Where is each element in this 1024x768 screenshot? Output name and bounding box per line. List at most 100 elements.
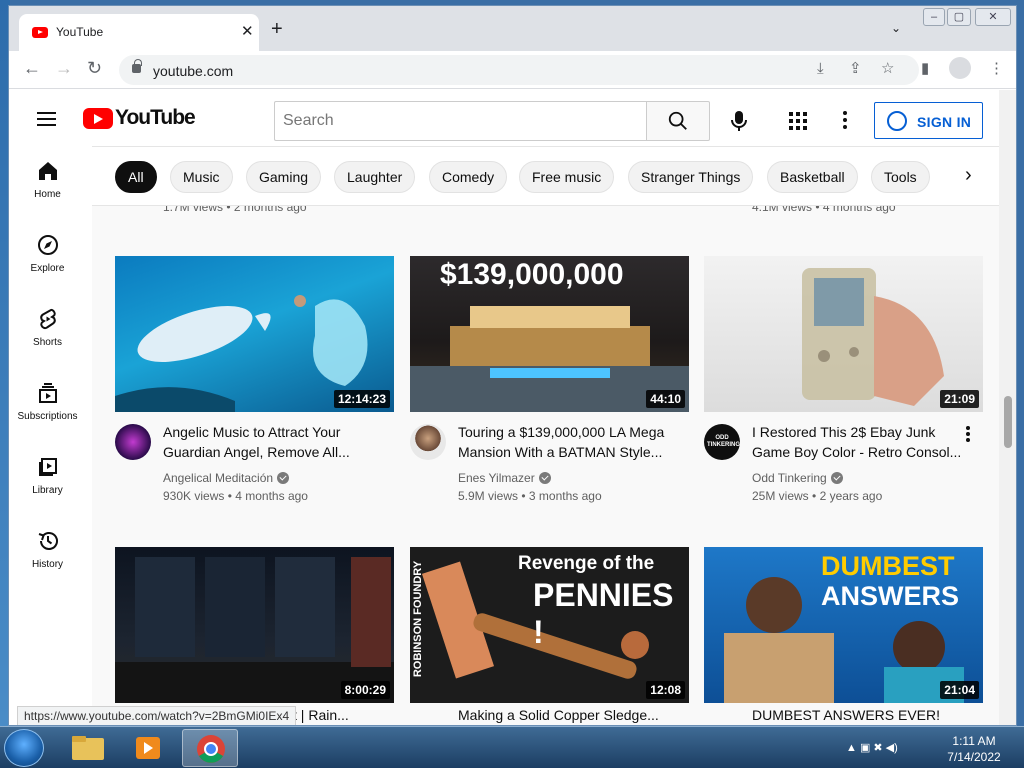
video-thumbnail[interactable]: 8:00:29 (115, 547, 394, 703)
settings-more-icon[interactable] (843, 111, 847, 129)
bookmark-star-icon[interactable]: ☆ (881, 61, 894, 76)
chrome-menu-icon[interactable]: ⋮ (989, 61, 1004, 76)
chip-comedy[interactable]: Comedy (429, 161, 508, 193)
youtube-header: YouTube SIGN IN (9, 90, 999, 146)
video-thumbnail[interactable]: ROBINSON FOUNDRY Revenge of the PENNIES … (410, 547, 689, 703)
start-button[interactable] (4, 729, 44, 767)
scrollbar-thumb[interactable] (1004, 396, 1012, 448)
minimize-button[interactable]: – (923, 8, 945, 26)
close-window-button[interactable]: ✕ (975, 8, 1011, 26)
video-thumbnail[interactable]: $139,000,000 44:10 (410, 256, 689, 412)
video-duration: 12:08 (646, 681, 685, 699)
thumbnail-overlay-text: Revenge of the (518, 553, 655, 574)
sidebar-item-explore[interactable]: Explore (9, 220, 86, 290)
menu-icon[interactable] (37, 112, 56, 126)
sidebar-item-history[interactable]: History (9, 516, 86, 586)
upload-age: 2 years ago (819, 489, 883, 503)
system-tray-icons[interactable]: ▲ ▣ ✖ ◀) (846, 741, 898, 754)
video-duration: 44:10 (646, 390, 685, 408)
search-input[interactable] (274, 101, 647, 141)
chrome-window: YouTube ✕ + ⌄ – ▢ ✕ ← → ↻ youtube.com ⤓ … (8, 5, 1017, 726)
partial-meta: 1.7M views • 2 months ago (163, 206, 307, 214)
sidebar-item-shorts[interactable]: Shorts (9, 294, 86, 364)
taskbar-chrome[interactable] (182, 729, 238, 767)
link-status-bar: https://www.youtube.com/watch?v=2BmGMi0I… (17, 706, 297, 725)
dolphin-angel-image (115, 295, 368, 412)
clock-date: 7/14/2022 (947, 750, 1001, 764)
back-arrow-icon[interactable]: ← (23, 59, 41, 77)
sidebar-item-subscriptions[interactable]: Subscriptions (9, 368, 86, 438)
chip-all[interactable]: All (115, 161, 157, 193)
tab-youtube[interactable]: YouTube ✕ (19, 14, 259, 51)
tab-search-button[interactable]: ⌄ (891, 21, 901, 35)
channel-avatar[interactable]: ODD TINKERING (704, 424, 740, 460)
filter-chips-bar: All Music Gaming Laughter Comedy Free mu… (92, 146, 999, 206)
chip-gaming[interactable]: Gaming (246, 161, 322, 193)
apps-grid-icon[interactable] (789, 112, 807, 130)
rainy-apartment-image (115, 557, 394, 703)
chrome-icon (197, 735, 225, 763)
video-thumbnail[interactable]: 21:09 (704, 256, 983, 412)
taskbar-clock[interactable]: 1:11 AM 7/14/2022 (944, 733, 1004, 765)
video-title[interactable]: Touring a $139,000,000 LA Mega Mansion W… (458, 422, 668, 462)
browser-toolbar: ← → ↻ youtube.com ⤓ ⇪ ☆ ▮ ⋮ (9, 51, 1016, 89)
video-title[interactable]: DUMBEST ANSWERS EVER! (752, 707, 940, 723)
sidebar-item-label: Home (34, 189, 61, 200)
user-icon (887, 111, 907, 131)
view-count: 930K views (163, 489, 225, 503)
sign-in-button[interactable]: SIGN IN (874, 102, 983, 139)
page-scrollbar[interactable] (999, 90, 1016, 725)
chip-tools[interactable]: Tools (871, 161, 930, 193)
side-panel-icon[interactable]: ▮ (921, 61, 929, 76)
channel-avatar[interactable] (410, 424, 446, 460)
channel-name[interactable]: Odd Tinkering (752, 471, 843, 485)
microphone-icon[interactable] (730, 110, 748, 132)
view-count: 5.9M views (458, 489, 519, 503)
search-button[interactable] (646, 101, 710, 141)
taskbar-media-player[interactable] (120, 729, 176, 767)
more-actions-icon[interactable] (966, 426, 970, 442)
upload-age: 4 months ago (235, 489, 308, 503)
sidebar-item-library[interactable]: Library (9, 442, 86, 512)
thumbnail-overlay-text: $139,000,000 (440, 258, 624, 291)
windows-taskbar: ▲ ▣ ✖ ◀) 1:11 AM 7/14/2022 (0, 726, 1024, 768)
video-thumbnail[interactable]: 12:14:23 (115, 256, 394, 412)
youtube-favicon-icon (32, 27, 48, 38)
new-tab-button[interactable]: + (271, 19, 283, 39)
channel-name-text: Angelical Meditación (163, 471, 274, 485)
lock-icon (132, 59, 142, 73)
channel-name-text: Odd Tinkering (752, 471, 827, 485)
forward-arrow-icon[interactable]: → (55, 59, 73, 77)
video-title[interactable]: Making a Solid Copper Sledge... (458, 707, 659, 723)
thumbnail-overlay-text: DUMBEST (821, 551, 955, 581)
reload-icon[interactable]: ↻ (87, 59, 102, 77)
chevron-right-icon[interactable]: › (965, 165, 972, 185)
channel-name[interactable]: Enes Yilmazer (458, 471, 551, 485)
channel-avatar[interactable] (115, 424, 151, 460)
sidebar-item-home[interactable]: Home (9, 146, 86, 216)
address-bar[interactable]: youtube.com (119, 55, 919, 85)
youtube-logo-icon[interactable] (83, 108, 113, 129)
video-title[interactable]: Angelic Music to Attract Your Guardian A… (163, 422, 373, 462)
chip-music[interactable]: Music (170, 161, 233, 193)
channel-name[interactable]: Angelical Meditación (163, 471, 290, 485)
chip-stranger-things[interactable]: Stranger Things (628, 161, 754, 193)
library-icon (39, 458, 57, 476)
video-duration: 21:09 (940, 390, 979, 408)
chip-laughter[interactable]: Laughter (334, 161, 416, 193)
maximize-button[interactable]: ▢ (947, 8, 971, 26)
taskbar-explorer[interactable] (60, 729, 116, 767)
install-app-icon[interactable]: ⤓ (817, 61, 824, 76)
share-icon[interactable]: ⇪ (849, 61, 862, 76)
partial-meta: 4.1M views • 4 months ago (752, 206, 896, 214)
video-grid: 1.7M views • 2 months ago 4.1M views • 4… (92, 206, 999, 725)
chip-free-music[interactable]: Free music (519, 161, 615, 193)
chip-basketball[interactable]: Basketball (767, 161, 858, 193)
youtube-logo-text[interactable]: YouTube (115, 106, 196, 130)
video-thumbnail[interactable]: DUMBEST ANSWERS 21:04 (704, 547, 983, 703)
video-meta: 5.9M views • 3 months ago (458, 489, 602, 503)
video-title[interactable]: I Restored This 2$ Ebay Junk Game Boy Co… (752, 422, 962, 462)
tab-close-button[interactable]: ✕ (241, 22, 254, 40)
profile-avatar-icon[interactable] (949, 57, 971, 79)
address-url[interactable]: youtube.com (153, 63, 233, 79)
